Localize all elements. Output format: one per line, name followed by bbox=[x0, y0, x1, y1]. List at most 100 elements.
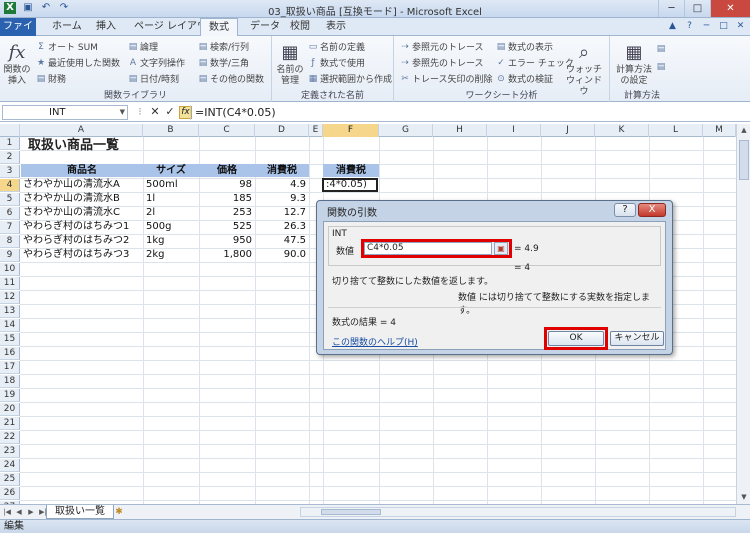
evaluate-formula-button[interactable]: ⊙ 数式の検証 bbox=[496, 72, 553, 86]
help-icon[interactable]: ? bbox=[684, 21, 695, 32]
workbook-close-icon[interactable]: ✕ bbox=[735, 21, 746, 32]
more-functions-button[interactable]: ▤ その他の関数 bbox=[198, 72, 264, 86]
tab-formulas[interactable]: 数式 bbox=[200, 18, 238, 37]
tab-home[interactable]: ホーム bbox=[44, 18, 90, 36]
row-header[interactable]: 9 bbox=[0, 249, 20, 262]
column-header[interactable]: E bbox=[309, 124, 323, 137]
recent-functions-button[interactable]: ★ 最近使用した関数 bbox=[36, 56, 120, 70]
tab-insert[interactable]: 挿入 bbox=[88, 18, 124, 36]
column-header[interactable]: C bbox=[199, 124, 255, 137]
row-header[interactable]: 15 bbox=[0, 333, 20, 346]
logical-button[interactable]: ▤ 論理 bbox=[128, 40, 158, 54]
use-in-formula-button[interactable]: ƒ 数式で使用 bbox=[308, 56, 365, 70]
remove-arrows-button[interactable]: ✂ トレース矢印の削除 bbox=[400, 72, 492, 86]
table-cell[interactable]: 1kg bbox=[146, 234, 199, 247]
tab-view[interactable]: 表示 bbox=[318, 18, 354, 36]
row-header[interactable]: 26 bbox=[0, 487, 20, 500]
table-cell[interactable]: 1,800 bbox=[199, 248, 255, 261]
column-header[interactable]: M bbox=[703, 124, 736, 137]
table-cell[interactable]: 1l bbox=[146, 192, 199, 205]
table-cell[interactable]: 2kg bbox=[146, 248, 199, 261]
header-cell[interactable]: 価格 bbox=[199, 164, 255, 177]
header-cell[interactable]: サイズ bbox=[143, 164, 199, 177]
column-header[interactable]: L bbox=[649, 124, 703, 137]
enter-icon[interactable]: ✓ bbox=[164, 105, 176, 119]
table-cell[interactable]: 98 bbox=[199, 178, 255, 191]
table-cell[interactable]: 90.0 bbox=[255, 248, 309, 261]
column-header[interactable]: I bbox=[487, 124, 541, 137]
table-cell[interactable]: さわやか山の清流水C bbox=[23, 206, 143, 219]
column-header[interactable]: D bbox=[255, 124, 309, 137]
row-header[interactable]: 19 bbox=[0, 389, 20, 402]
row-header[interactable]: 18 bbox=[0, 375, 20, 388]
table-cell[interactable]: 26.3 bbox=[255, 220, 309, 233]
create-from-selection-button[interactable]: ▦ 選択範囲から作成 bbox=[308, 72, 392, 86]
ribbon-minimize-icon[interactable]: ▲ bbox=[667, 21, 678, 32]
column-header[interactable]: B bbox=[143, 124, 199, 137]
table-cell[interactable]: さわやか山の清流水A bbox=[23, 178, 143, 191]
show-formulas-button[interactable]: ▤ 数式の表示 bbox=[496, 40, 553, 54]
maximize-button[interactable]: □ bbox=[684, 0, 710, 17]
formula-input[interactable]: =INT(C4*0.05) bbox=[190, 105, 748, 120]
autosum-button[interactable]: Σ オート SUM bbox=[36, 40, 98, 54]
column-header[interactable]: H bbox=[433, 124, 487, 137]
first-sheet-icon[interactable]: |◀ bbox=[2, 507, 12, 517]
row-header[interactable]: 11 bbox=[0, 277, 20, 290]
calc-options-button[interactable]: ▦ 計算方法 の設定 bbox=[614, 42, 654, 87]
row-header[interactable]: 22 bbox=[0, 431, 20, 444]
workbook-restore-icon[interactable]: □ bbox=[718, 21, 729, 32]
table-cell[interactable]: 253 bbox=[199, 206, 255, 219]
prev-sheet-icon[interactable]: ◀ bbox=[14, 507, 24, 517]
tab-review[interactable]: 校閲 bbox=[282, 18, 318, 36]
table-cell[interactable]: 12.7 bbox=[255, 206, 309, 219]
insert-function-button[interactable]: fx 関数の 挿入 bbox=[2, 42, 32, 87]
row-header[interactable]: 8 bbox=[0, 235, 20, 248]
dialog-close-button[interactable]: X bbox=[638, 203, 666, 217]
table-cell[interactable]: やわらぎ村のはちみつ2 bbox=[23, 234, 143, 247]
row-header[interactable]: 17 bbox=[0, 361, 20, 374]
row-header[interactable]: 4 bbox=[0, 179, 20, 192]
text-functions-button[interactable]: A 文字列操作 bbox=[128, 56, 185, 70]
row-header[interactable]: 20 bbox=[0, 403, 20, 416]
math-button[interactable]: ▤ 数学/三角 bbox=[198, 56, 249, 70]
calc-now-button[interactable]: ▤ bbox=[656, 44, 666, 54]
header-cell[interactable]: 商品名 bbox=[21, 164, 143, 177]
row-header[interactable]: 24 bbox=[0, 459, 20, 472]
new-sheet-icon[interactable]: ✱ bbox=[112, 506, 126, 518]
row-header[interactable]: 7 bbox=[0, 221, 20, 234]
select-all-corner[interactable] bbox=[0, 124, 20, 137]
column-header[interactable]: G bbox=[379, 124, 433, 137]
sheet-title[interactable]: 取扱い商品一覧 bbox=[28, 138, 119, 154]
tab-file[interactable]: ファイル bbox=[0, 18, 36, 50]
table-cell[interactable]: やわらぎ村のはちみつ1 bbox=[23, 220, 143, 233]
row-header[interactable]: 21 bbox=[0, 417, 20, 430]
scroll-thumb[interactable] bbox=[739, 140, 749, 180]
lookup-button[interactable]: ▤ 検索/行列 bbox=[198, 40, 249, 54]
name-box[interactable]: INT ▼ bbox=[2, 105, 128, 120]
scroll-down-icon[interactable]: ▼ bbox=[737, 491, 750, 504]
row-header[interactable]: 5 bbox=[0, 193, 20, 206]
table-cell[interactable]: 4.9 bbox=[255, 178, 309, 191]
table-cell[interactable]: 185 bbox=[199, 192, 255, 205]
name-manager-button[interactable]: ▦ 名前の 管理 bbox=[275, 42, 305, 87]
dialog-help-button[interactable]: ? bbox=[614, 203, 636, 217]
row-header[interactable]: 3 bbox=[0, 165, 20, 178]
row-header[interactable]: 16 bbox=[0, 347, 20, 360]
table-cell[interactable]: 500ml bbox=[146, 178, 199, 191]
next-sheet-icon[interactable]: ▶ bbox=[26, 507, 36, 517]
column-header[interactable]: J bbox=[541, 124, 595, 137]
column-header[interactable]: A bbox=[20, 124, 143, 137]
financial-button[interactable]: ▤ 財務 bbox=[36, 72, 66, 86]
active-cell[interactable]: :4*0.05) bbox=[322, 178, 378, 192]
row-header[interactable]: 1 bbox=[0, 137, 20, 150]
row-header[interactable]: 23 bbox=[0, 445, 20, 458]
table-cell[interactable]: やわらぎ村のはちみつ3 bbox=[23, 248, 143, 261]
cancel-icon[interactable]: ✕ bbox=[149, 105, 161, 119]
row-header[interactable]: 10 bbox=[0, 263, 20, 276]
workbook-minimize-icon[interactable]: ─ bbox=[701, 21, 712, 32]
cancel-button[interactable]: キャンセル bbox=[610, 331, 664, 346]
scroll-up-icon[interactable]: ▲ bbox=[737, 124, 750, 137]
table-cell[interactable]: 525 bbox=[199, 220, 255, 233]
close-button[interactable]: ✕ bbox=[710, 0, 750, 17]
row-header[interactable]: 12 bbox=[0, 291, 20, 304]
